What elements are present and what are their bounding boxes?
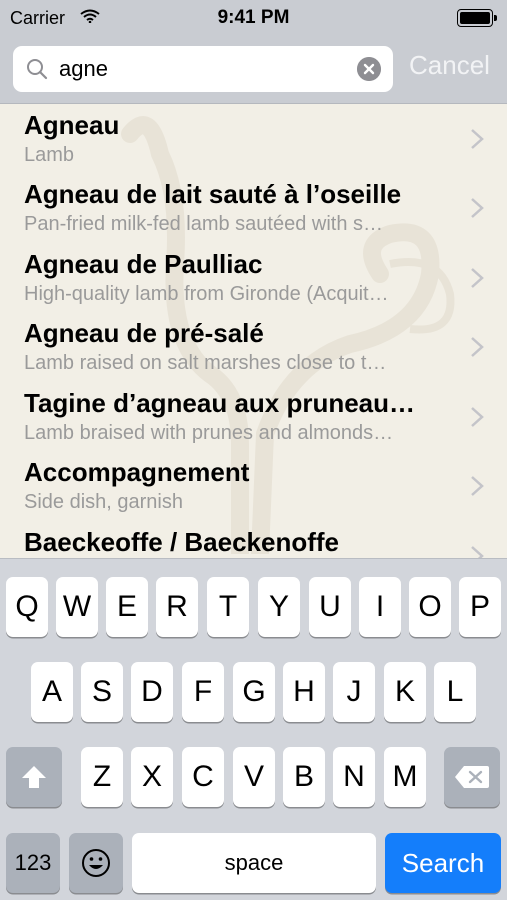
- key-r[interactable]: R: [156, 577, 198, 637]
- key-i[interactable]: I: [359, 577, 401, 637]
- key-j[interactable]: J: [333, 662, 375, 722]
- key-l[interactable]: L: [434, 662, 476, 722]
- item-subtitle: High-quality lamb from Gironde (Acquit…: [24, 283, 389, 305]
- item-subtitle: Lamb: [24, 144, 75, 166]
- space-key[interactable]: space: [132, 833, 376, 893]
- key-o[interactable]: O: [409, 577, 451, 637]
- item-title: Baeckeoffe / Baeckenoffe: [24, 527, 340, 557]
- key-v[interactable]: V: [233, 747, 275, 807]
- key-k[interactable]: K: [384, 662, 426, 722]
- key-s[interactable]: S: [81, 662, 123, 722]
- emoji-icon: [82, 849, 110, 877]
- key-b[interactable]: B: [283, 747, 325, 807]
- shift-arrow-icon: [22, 766, 46, 788]
- search-icon: [27, 59, 48, 80]
- key-u[interactable]: U: [309, 577, 351, 637]
- chevron-right-icon: [471, 407, 484, 427]
- chevron-right-icon: [471, 337, 484, 357]
- status-bar: Carrier 9:41 PM: [0, 0, 507, 38]
- search-field[interactable]: [13, 46, 393, 92]
- item-title: Agneau de lait sauté à l’oseille: [24, 179, 402, 209]
- key-x[interactable]: X: [131, 747, 173, 807]
- list-item[interactable]: Baeckeoffe / Baeckenoffe: [0, 521, 507, 558]
- key-a[interactable]: A: [31, 662, 73, 722]
- status-time: 9:41 PM: [217, 7, 290, 28]
- key-z[interactable]: Z: [81, 747, 123, 807]
- chevron-right-icon: [471, 268, 484, 288]
- key-c[interactable]: C: [182, 747, 224, 807]
- results-list: Agneau Lamb Agneau de lait sauté à l’ose…: [0, 104, 507, 558]
- key-t[interactable]: T: [207, 577, 249, 637]
- key-w[interactable]: W: [56, 577, 98, 637]
- key-e[interactable]: E: [106, 577, 148, 637]
- key-n[interactable]: N: [333, 747, 375, 807]
- chevron-right-icon: [471, 476, 484, 496]
- key-f[interactable]: F: [182, 662, 224, 722]
- item-subtitle: Pan-fried milk-fed lamb sautéed with s…: [24, 213, 384, 235]
- item-subtitle: Lamb raised on salt marshes close to t…: [24, 352, 387, 374]
- search-bar: Cancel: [0, 38, 507, 104]
- chevron-right-icon: [471, 129, 484, 149]
- key-h[interactable]: H: [283, 662, 325, 722]
- key-g[interactable]: G: [233, 662, 275, 722]
- delete-key[interactable]: [444, 747, 500, 807]
- chevron-right-icon: [471, 198, 484, 218]
- list-item[interactable]: Agneau de Paulliac High-quality lamb fro…: [0, 243, 507, 313]
- key-d[interactable]: D: [131, 662, 173, 722]
- list-item[interactable]: Agneau de pré-salé Lamb raised on salt m…: [0, 312, 507, 382]
- item-title: Agneau de pré-salé: [24, 318, 264, 348]
- cancel-button[interactable]: Cancel: [409, 50, 490, 81]
- search-input[interactable]: [59, 46, 359, 92]
- key-m[interactable]: M: [384, 747, 426, 807]
- battery-icon: [457, 9, 497, 27]
- chevron-right-icon: [471, 546, 484, 558]
- backspace-icon: [455, 766, 489, 788]
- item-title: Agneau: [24, 110, 120, 140]
- list-item[interactable]: Agneau de lait sauté à l’oseille Pan-fri…: [0, 173, 507, 243]
- numbers-key[interactable]: 123: [6, 833, 60, 893]
- key-y[interactable]: Y: [258, 577, 300, 637]
- emoji-key[interactable]: [69, 833, 123, 893]
- item-subtitle: Lamb braised with prunes and almonds…: [24, 422, 394, 444]
- keyboard: Q W E R T Y U I O P A S D F G H J K L Z …: [0, 558, 507, 900]
- list-item[interactable]: Accompagnement Side dish, garnish: [0, 451, 507, 521]
- list-item[interactable]: Tagine d’agneau aux pruneau… Lamb braise…: [0, 382, 507, 452]
- search-key[interactable]: Search: [385, 833, 501, 893]
- key-p[interactable]: P: [459, 577, 501, 637]
- list-item[interactable]: Agneau Lamb: [0, 104, 507, 174]
- item-title: Tagine d’agneau aux pruneau…: [24, 388, 416, 418]
- item-title: Accompagnement: [24, 457, 250, 487]
- clear-icon[interactable]: [357, 57, 381, 81]
- item-subtitle: Side dish, garnish: [24, 491, 183, 513]
- key-q[interactable]: Q: [6, 577, 48, 637]
- item-title: Agneau de Paulliac: [24, 249, 263, 279]
- shift-key[interactable]: [6, 747, 62, 807]
